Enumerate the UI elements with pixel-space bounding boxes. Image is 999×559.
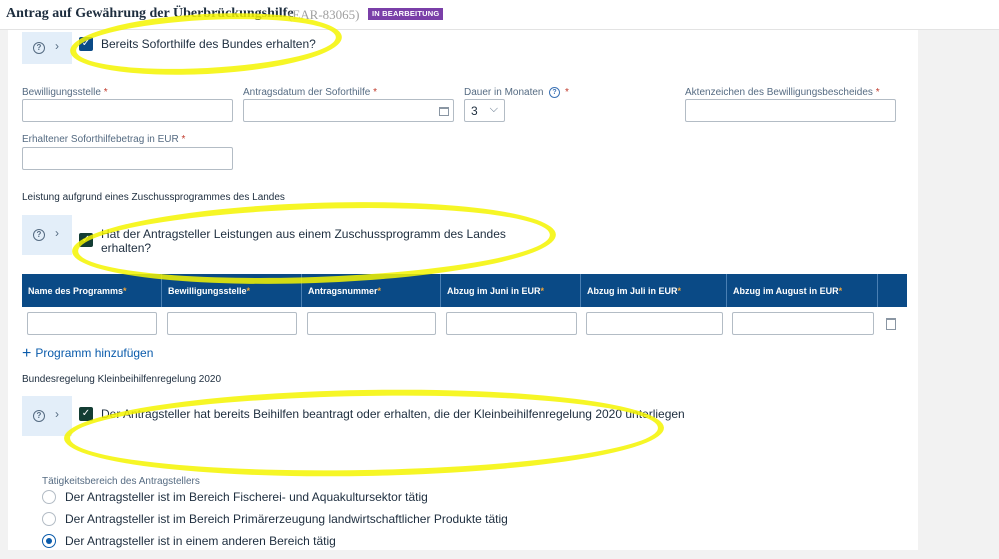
chevron-right-icon[interactable]: ›	[55, 226, 59, 240]
help-icon[interactable]: ?	[33, 410, 45, 422]
chevron-down-icon: ⌵	[489, 103, 498, 115]
column-header[interactable]: Abzug im August in EUR*	[727, 274, 878, 307]
antragsdatum-label: Antragsdatum der Soforthilfe *	[243, 87, 377, 98]
aktenzeichen-input[interactable]	[685, 99, 896, 122]
abzug-august-input[interactable]	[732, 312, 874, 335]
betrag-label: Erhaltener Soforthilfebetrag in EUR *	[22, 134, 186, 145]
kleinbeihilfen-section-title: Bundesregelung Kleinbeihilfenregelung 20…	[22, 374, 222, 385]
radio-anderer-bereich-label[interactable]: Der Antragsteller ist in einem anderen B…	[65, 534, 336, 548]
dauer-required-marker: *	[565, 87, 569, 98]
kleinbeihilfen-help-box: ? ›	[22, 396, 72, 436]
column-header[interactable]: Abzug im Juni in EUR*	[441, 274, 581, 307]
dauer-select[interactable]: 3 ⌵	[464, 99, 505, 122]
programme-table-header: Name des Programms* Bewilligungsstelle* …	[22, 274, 907, 307]
bewilligungsstelle-input[interactable]	[22, 99, 233, 122]
radio-fischerei-label[interactable]: Der Antragsteller ist im Bereich Fischer…	[65, 490, 428, 504]
abzug-juni-input[interactable]	[446, 312, 577, 335]
programm-name-input[interactable]	[27, 312, 157, 335]
programm-antragsnummer-input[interactable]	[307, 312, 436, 335]
antragsdatum-datepicker[interactable]	[243, 99, 454, 122]
help-icon[interactable]: ?	[33, 42, 45, 54]
chevron-right-icon[interactable]: ›	[55, 39, 59, 53]
calendar-icon[interactable]	[439, 107, 449, 116]
radio-landwirtschaft-label[interactable]: Der Antragsteller ist im Bereich Primäre…	[65, 512, 508, 526]
trash-icon[interactable]	[886, 318, 896, 330]
dauer-value: 3	[471, 104, 478, 118]
chevron-right-icon[interactable]: ›	[55, 407, 59, 421]
add-programm-button[interactable]: + Programm hinzufügen	[22, 345, 153, 363]
programm-bewilligungsstelle-input[interactable]	[167, 312, 297, 335]
radio-fischerei[interactable]	[42, 490, 56, 504]
taetigkeit-label: Tätigkeitsbereich des Antragstellers	[42, 476, 200, 487]
column-header[interactable]: Abzug im Juli in EUR*	[581, 274, 727, 307]
plus-icon: +	[22, 345, 32, 362]
aktenzeichen-label: Aktenzeichen des Bewilligungsbescheides …	[685, 87, 880, 98]
radio-anderer-bereich[interactable]	[42, 534, 56, 548]
radio-landwirtschaft[interactable]	[42, 512, 56, 526]
dauer-label: Dauer in Monaten	[464, 87, 544, 98]
bewilligungsstelle-label: Bewilligungsstelle *	[22, 87, 108, 98]
dauer-help-icon[interactable]: ?	[549, 87, 560, 98]
zuschuss-section-title: Leistung aufgrund eines Zuschussprogramm…	[22, 192, 285, 203]
zuschuss-help-box: ? ›	[22, 215, 72, 255]
column-header[interactable]: Name des Programms*	[22, 274, 162, 307]
form-content: ? › ✓ Bereits Soforthilfe des Bundes erh…	[8, 30, 918, 550]
status-badge: IN BEARBEITUNG	[368, 8, 444, 20]
abzug-juli-input[interactable]	[586, 312, 723, 335]
soforthilfe-help-box: ? ›	[22, 32, 72, 64]
betrag-input[interactable]	[22, 147, 233, 170]
help-icon[interactable]: ?	[33, 229, 45, 241]
